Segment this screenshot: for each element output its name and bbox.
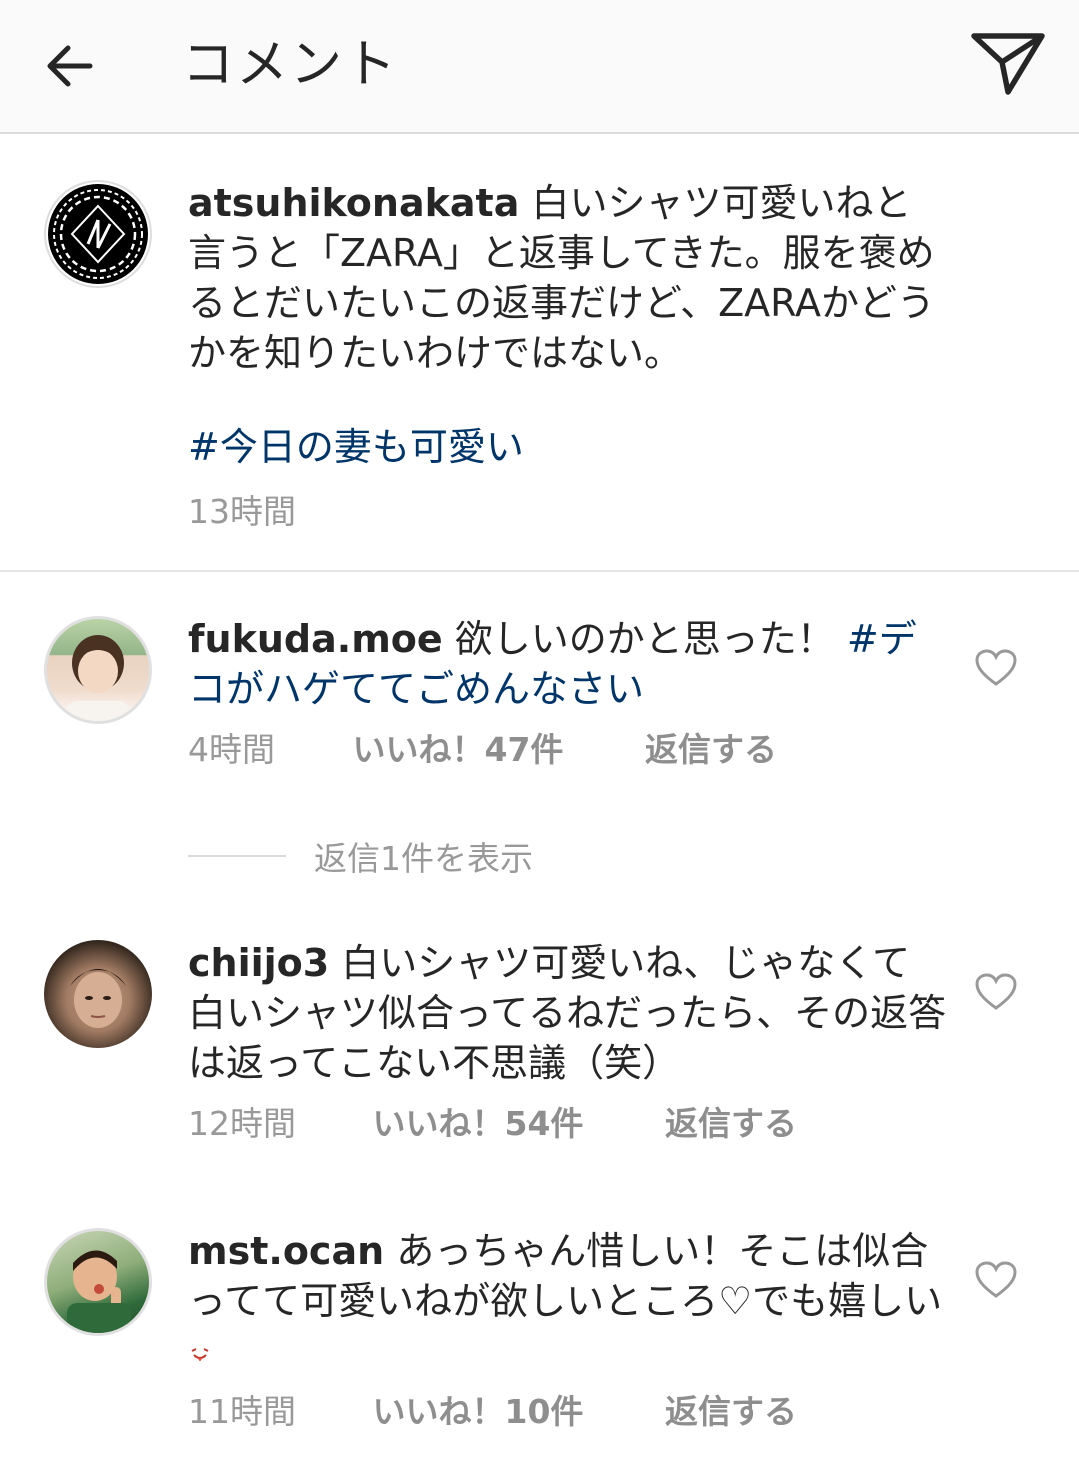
comment-body: 欲しいのかと思った！ [454,617,835,661]
caption-hashtag-line: #今日の妻も可愛い [188,422,948,472]
caption-meta: 13時間 [188,490,296,534]
caption-username[interactable]: atsuhikonakata [188,181,519,225]
comment-timestamp: 12時間 [188,1104,296,1143]
like-heart-icon[interactable] [974,648,1018,688]
comment-timestamp: 11時間 [188,1392,296,1431]
comment-meta: 12時間 いいね！54件 返信する [188,1102,797,1146]
comment-timestamp: 4時間 [188,730,275,769]
avatar[interactable] [44,180,152,288]
comment-text: mst.ocan あっちゃん惜しい！そこは似合ってて可愛いねが欲しいところ♡でも… [188,1226,948,1379]
like-heart-icon[interactable] [974,1260,1018,1300]
comment-username[interactable]: chiijo3 [188,941,329,985]
comment-text: chiijo3 白いシャツ可愛いね、じゃなくて白いシャツ似合ってるねだったら、そ… [188,938,948,1088]
view-replies-button[interactable]: 返信1件を表示 [188,834,533,878]
paper-plane-icon[interactable] [968,28,1048,100]
reply-button[interactable]: 返信する [665,1102,797,1146]
caption-text: atsuhikonakata 白いシャツ可愛いねと言うと「ZARA」と返事してき… [188,178,948,378]
back-arrow-icon[interactable] [40,36,104,96]
avatar[interactable] [44,616,152,724]
likes-count[interactable]: いいね！54件 [373,1102,655,1146]
divider [0,570,1079,572]
divider [188,855,286,857]
comment-meta: 11時間 いいね！10件 返信する [188,1390,797,1434]
tongue-face-emoji-icon [188,1329,212,1379]
caption-timestamp: 13時間 [188,492,296,531]
reply-button[interactable]: 返信する [665,1390,797,1434]
reply-button[interactable]: 返信する [645,728,777,772]
comment-username[interactable]: mst.ocan [188,1229,384,1273]
view-replies-label: 返信1件を表示 [314,839,533,878]
top-bar: コメント [0,0,1079,134]
avatar[interactable] [44,940,152,1048]
avatar[interactable] [44,1228,152,1336]
like-heart-icon[interactable] [974,972,1018,1012]
likes-count[interactable]: いいね！10件 [373,1390,655,1434]
likes-count[interactable]: いいね！47件 [353,728,635,772]
page-title: コメント [182,35,399,95]
caption-hashtag[interactable]: #今日の妻も可愛い [188,425,524,469]
comment-text: fukuda.moe 欲しいのかと思った！ #デコがハゲててごめんなさい [188,614,948,714]
comment-meta: 4時間 いいね！47件 返信する [188,728,777,772]
post-caption: atsuhikonakata 白いシャツ可愛いねと言うと「ZARA」と返事してき… [0,134,1079,570]
comment-username[interactable]: fukuda.moe [188,617,443,661]
